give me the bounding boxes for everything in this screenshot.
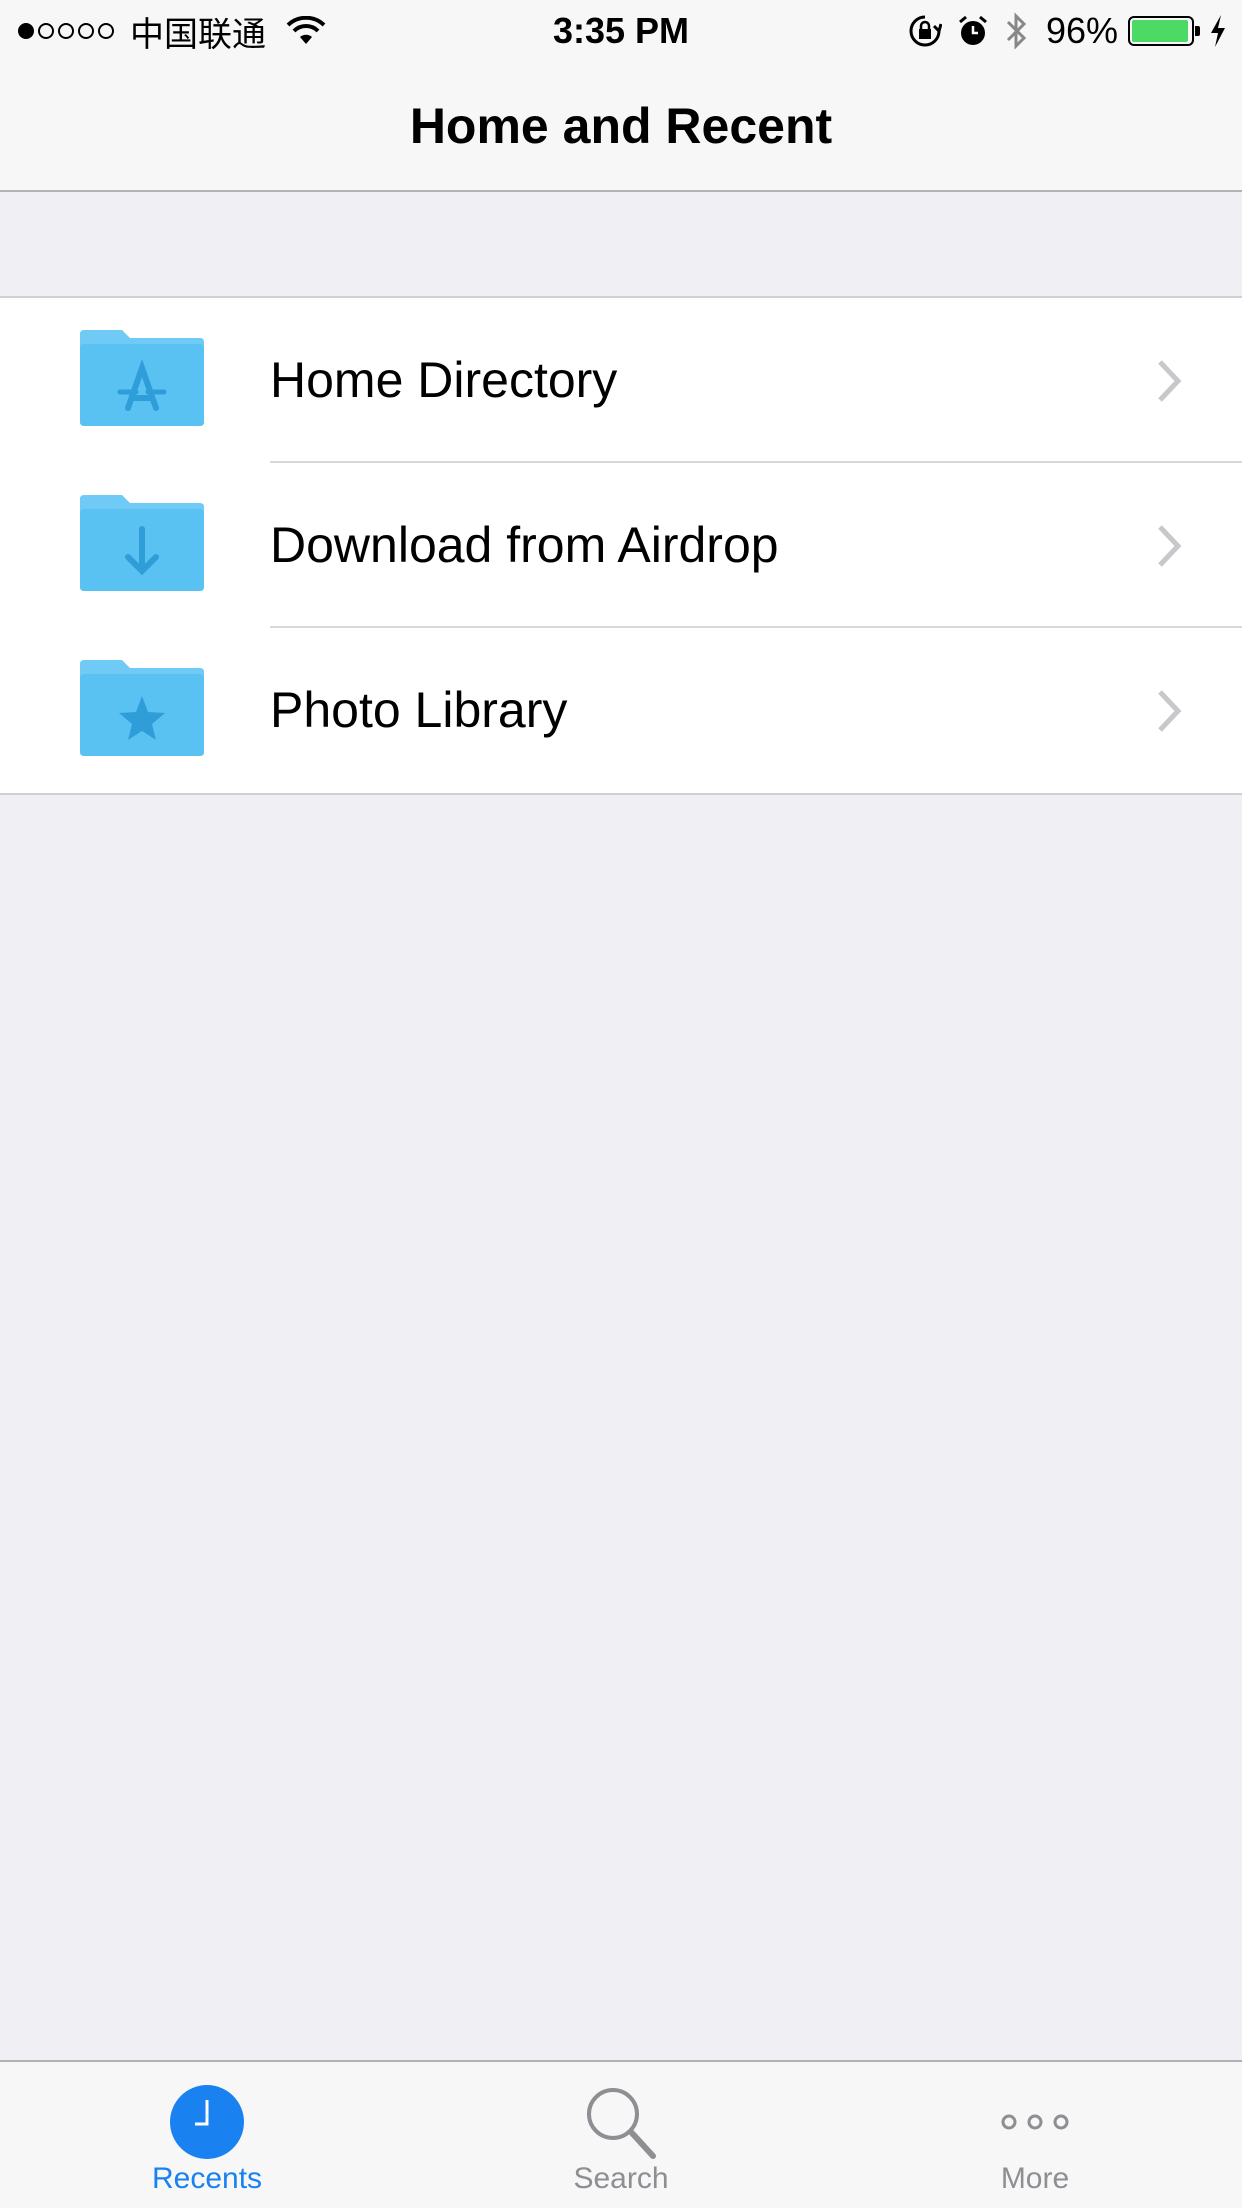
tab-label: Recents	[151, 2162, 263, 2195]
navigation-bar: Home and Recent	[0, 60, 1242, 192]
carrier-name: 中国联通	[130, 14, 266, 55]
tab-label: Search	[573, 2162, 669, 2195]
rotation-lock-icon	[909, 15, 942, 47]
more-icon	[1001, 2114, 1069, 2130]
list-item-home-directory[interactable]: Home Directory	[0, 298, 1242, 463]
tab-label: More	[1000, 2162, 1070, 2195]
star-folder-icon	[80, 660, 204, 756]
list-item-photo-library[interactable]: Photo Library	[0, 628, 1242, 793]
list-item-label: Home Directory	[270, 352, 618, 408]
download-folder-icon	[80, 495, 204, 591]
search-icon	[587, 2088, 656, 2159]
list-item-download-from-airdrop[interactable]: Download from Airdrop	[0, 463, 1242, 628]
signal-strength-icon	[18, 23, 118, 39]
status-right: 96%	[894, 8, 1228, 54]
tab-recents[interactable]: Recents	[0, 2062, 414, 2208]
status-bar: 中国联通 3:35 PM 96%	[0, 0, 1242, 60]
alarm-icon	[958, 15, 987, 45]
tab-bar: Recents Search More	[0, 2060, 1242, 2208]
screen: 中国联通 3:35 PM 96% Home and Recent Home Di…	[0, 0, 1242, 2208]
status-left: 中国联通	[18, 8, 326, 55]
battery-icon	[1128, 16, 1200, 46]
chevron-right-icon	[1158, 525, 1182, 567]
list-item-label: Photo Library	[270, 682, 568, 738]
tab-search[interactable]: Search	[414, 2062, 828, 2208]
folder-list: Home Directory Download from Airdrop Pho…	[0, 296, 1242, 795]
battery-fill	[1132, 20, 1188, 42]
list-item-label: Download from Airdrop	[270, 517, 779, 573]
app-store-folder-icon	[80, 330, 204, 426]
clock-icon	[170, 2085, 244, 2159]
bluetooth-icon	[1006, 12, 1027, 50]
charging-icon	[1211, 15, 1225, 47]
wifi-icon	[286, 16, 326, 44]
battery-percent: 96%	[1045, 10, 1118, 51]
chevron-right-icon	[1158, 690, 1182, 732]
tab-more[interactable]: More	[828, 2062, 1242, 2208]
chevron-right-icon	[1158, 360, 1182, 402]
page-title: Home and Recent	[409, 98, 833, 154]
